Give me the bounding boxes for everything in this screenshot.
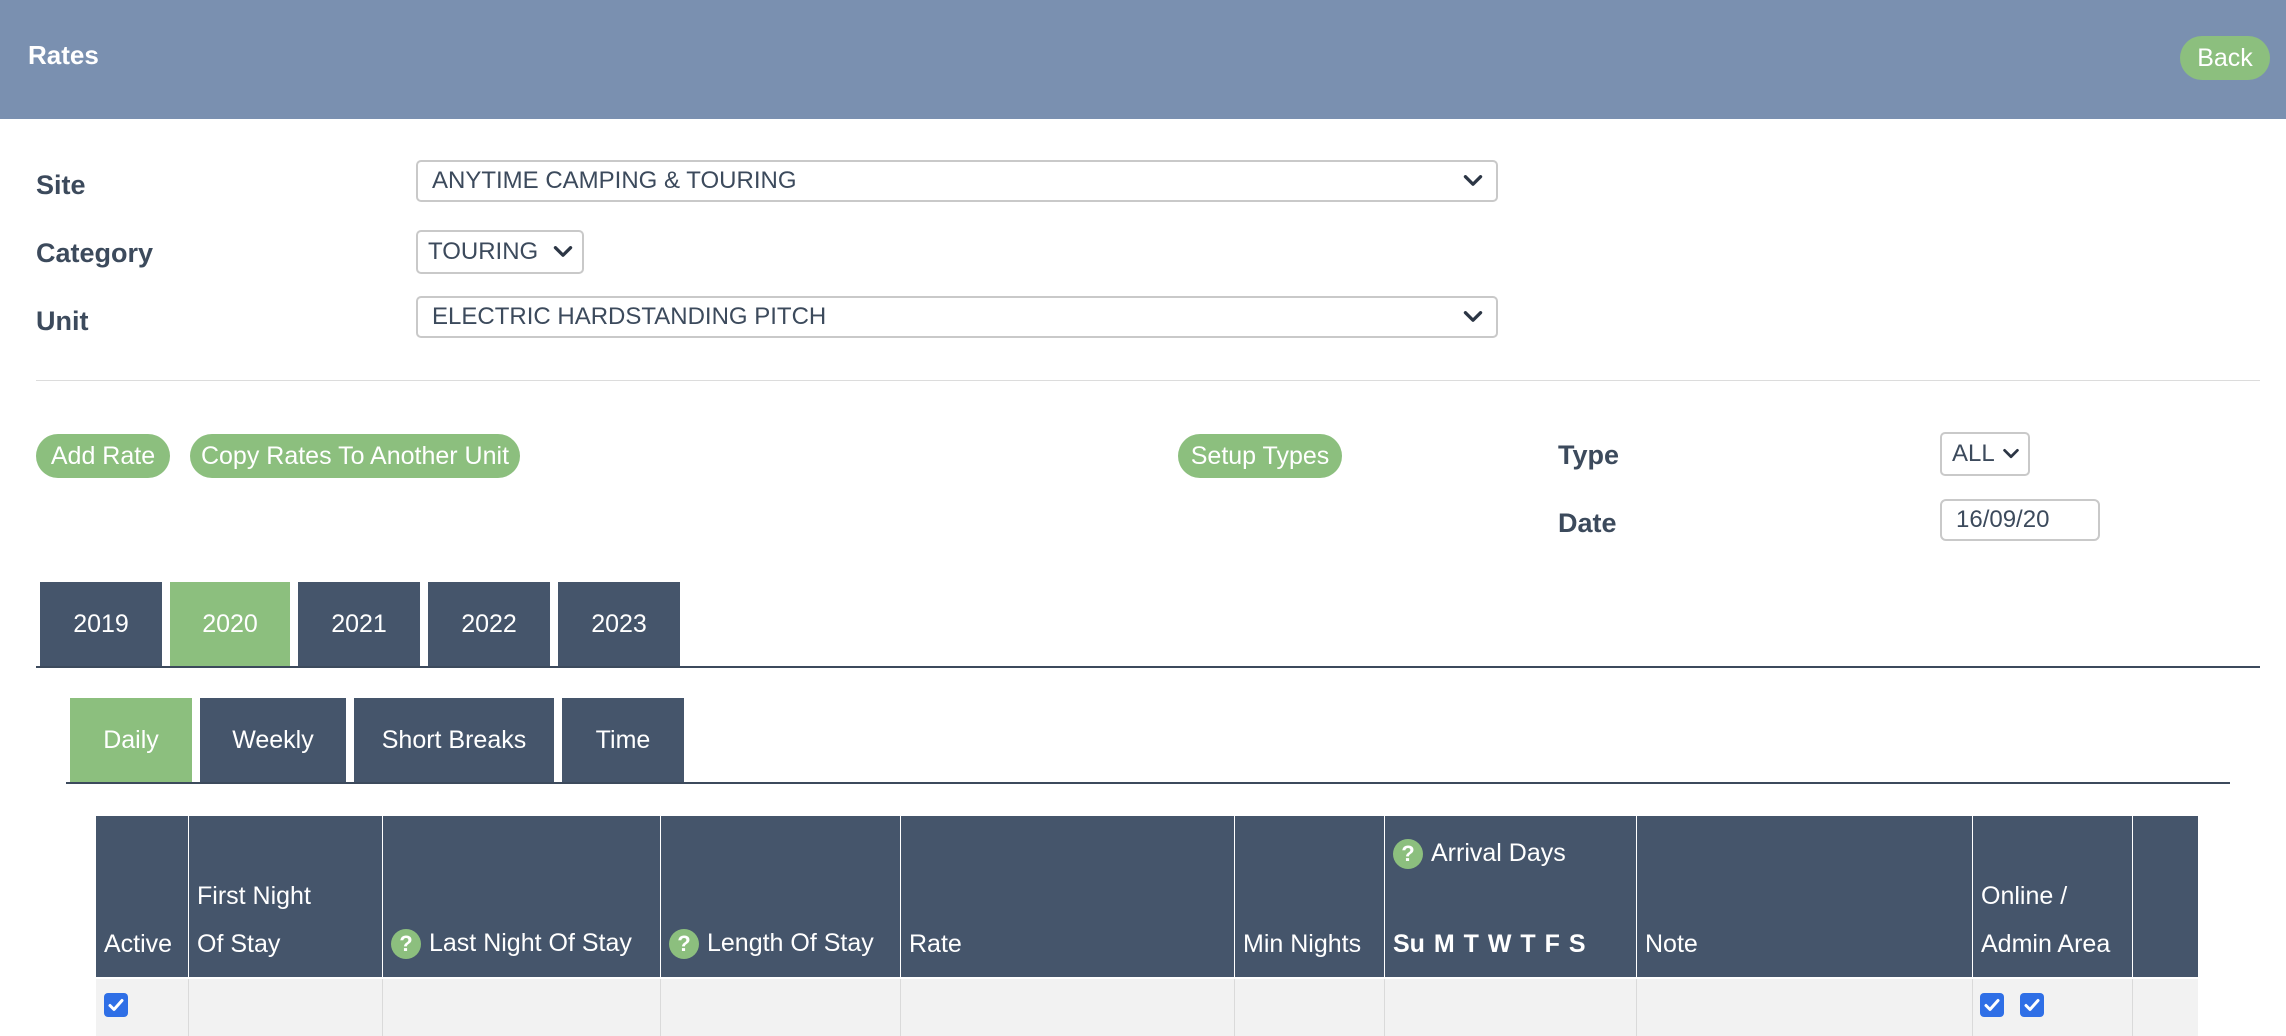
check-icon <box>1984 999 2000 1011</box>
tab-time[interactable]: Time <box>562 698 684 782</box>
site-select-value: ANYTIME CAMPING & TOURING <box>432 167 797 194</box>
col-length-label: Length Of Stay <box>707 928 874 957</box>
rate-cell <box>901 979 1235 1036</box>
check-icon <box>108 999 124 1011</box>
unit-select[interactable]: ELECTRIC HARDSTANDING PITCH <box>416 296 1498 338</box>
type-select[interactable]: ALL <box>1940 432 2030 476</box>
chevron-down-icon <box>553 246 573 257</box>
col-online-label-1: Online / <box>1981 882 2068 910</box>
table-row <box>96 979 189 1036</box>
category-label: Category <box>36 238 154 268</box>
date-input[interactable] <box>1940 499 2100 541</box>
col-arrival-days-label: Arrival Days <box>1431 838 1566 867</box>
col-length-header: ? Length Of Stay <box>661 816 901 977</box>
col-first-night-header: First Night Of Stay <box>189 816 383 977</box>
help-icon[interactable]: ? <box>669 929 699 959</box>
col-first-night-label-2: Of Stay <box>197 930 281 958</box>
col-active-label: Active <box>104 930 173 958</box>
type-label: Type <box>1558 440 1620 470</box>
type-select-value: ALL <box>1952 440 1995 467</box>
page-title: Rates <box>28 40 99 70</box>
site-select[interactable]: ANYTIME CAMPING & TOURING <box>416 160 1498 202</box>
unit-label: Unit <box>36 306 89 336</box>
rates-table: Active First Night Of Stay ? Last Night O… <box>96 816 2198 1036</box>
col-note-label: Note <box>1645 930 1698 958</box>
setup-types-button[interactable]: Setup Types <box>1178 434 1342 478</box>
check-icon <box>2024 999 2040 1011</box>
tab-year-2019[interactable]: 2019 <box>40 582 162 666</box>
col-arrival-days-header: ? Arrival Days Su M T W T F S <box>1385 816 1637 977</box>
admin-checkbox[interactable] <box>2020 993 2044 1017</box>
tab-short-breaks[interactable]: Short Breaks <box>354 698 554 782</box>
online-admin-cell <box>1973 979 2133 1036</box>
site-label: Site <box>36 170 86 200</box>
online-checkbox[interactable] <box>1980 993 2004 1017</box>
top-bar: Rates Back <box>0 0 2286 119</box>
col-actions-header <box>2133 816 2198 977</box>
col-last-night-label: Last Night Of Stay <box>429 928 632 957</box>
col-min-nights-label: Min Nights <box>1243 930 1362 958</box>
chevron-down-icon <box>1463 311 1483 322</box>
chevron-down-icon <box>2003 448 2019 459</box>
tab-year-2023[interactable]: 2023 <box>558 582 680 666</box>
year-tabs-rule <box>36 666 2260 668</box>
last-night-cell <box>383 979 661 1036</box>
col-first-night-label-1: First Night <box>197 882 311 910</box>
rate-tabs-rule <box>66 782 2230 784</box>
copy-rates-button[interactable]: Copy Rates To Another Unit <box>190 434 520 478</box>
tab-year-2020[interactable]: 2020 <box>170 582 290 666</box>
col-rate-header: Rate <box>901 816 1235 977</box>
tab-year-2021[interactable]: 2021 <box>298 582 420 666</box>
col-online-header: Online / Admin Area <box>1973 816 2133 977</box>
chevron-down-icon <box>1463 175 1483 186</box>
add-rate-button[interactable]: Add Rate <box>36 434 170 478</box>
length-cell <box>661 979 901 1036</box>
category-select-value: TOURING <box>428 238 539 265</box>
category-select[interactable]: TOURING <box>416 230 584 274</box>
back-button[interactable]: Back <box>2180 36 2270 80</box>
col-note-header: Note <box>1637 816 1973 977</box>
col-last-night-header: ? Last Night Of Stay <box>383 816 661 977</box>
tab-daily[interactable]: Daily <box>70 698 192 782</box>
active-checkbox[interactable] <box>104 993 128 1017</box>
section-divider <box>36 380 2260 381</box>
first-night-cell <box>189 979 383 1036</box>
min-nights-cell <box>1235 979 1385 1036</box>
col-arrival-days-letters: Su M T W T F S <box>1393 930 1586 958</box>
tab-year-2022[interactable]: 2022 <box>428 582 550 666</box>
arrival-days-cell <box>1385 979 1637 1036</box>
help-icon[interactable]: ? <box>1393 839 1423 869</box>
actions-cell <box>2133 979 2198 1036</box>
col-active-header: Active <box>96 816 189 977</box>
help-icon[interactable]: ? <box>391 929 421 959</box>
col-online-label-2: Admin Area <box>1981 930 2111 958</box>
col-min-nights-header: Min Nights <box>1235 816 1385 977</box>
date-label: Date <box>1558 508 1617 538</box>
unit-select-value: ELECTRIC HARDSTANDING PITCH <box>432 303 827 330</box>
col-rate-label: Rate <box>909 930 962 958</box>
tab-weekly[interactable]: Weekly <box>200 698 346 782</box>
note-cell <box>1637 979 1973 1036</box>
